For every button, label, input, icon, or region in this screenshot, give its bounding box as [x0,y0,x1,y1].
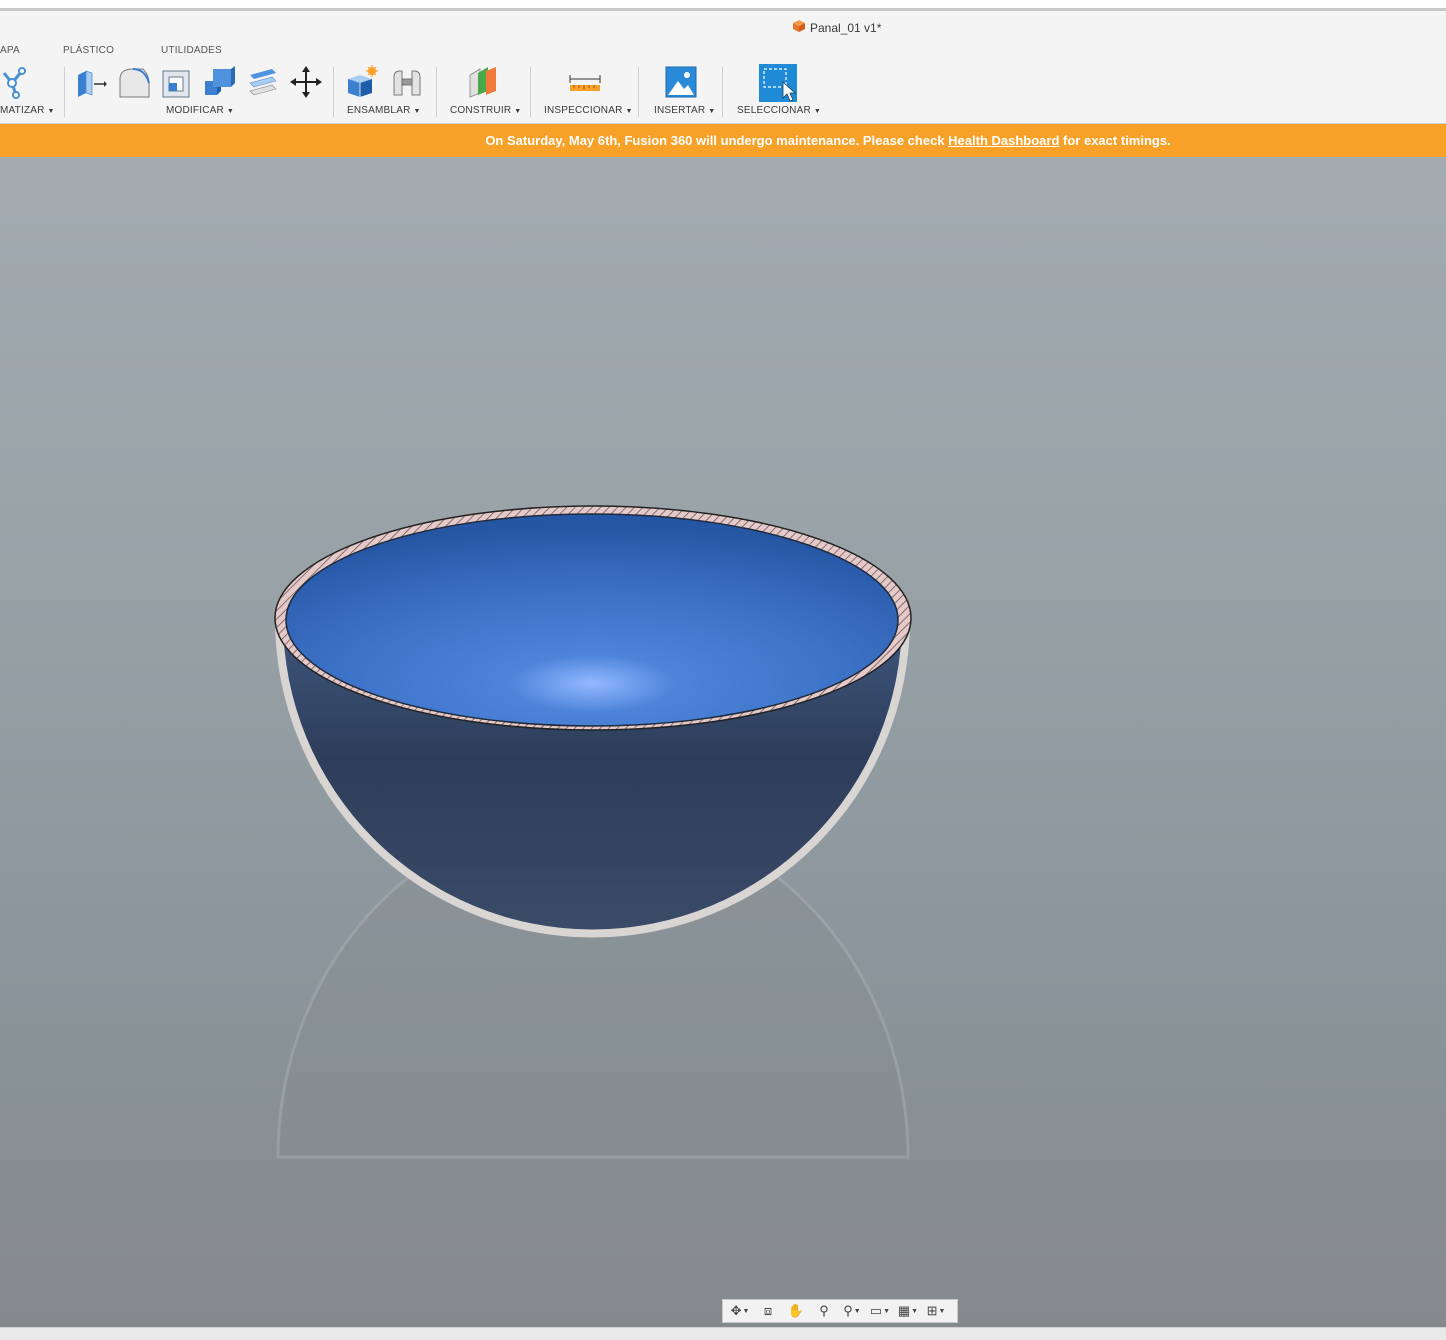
3d-viewport[interactable]: ✥ ▼ ⧈ ✋ ⚲ ⚲ ▼ ▭ ▼ ▦ ▼ ⊞ ▼ [0,157,1446,1327]
seleccionar-menu[interactable]: SELECCIONAR ▼ [737,105,821,116]
construir-menu[interactable]: CONSTRUIR ▼ [450,105,521,116]
automate-icon[interactable] [0,65,28,99]
offset-face-icon[interactable] [246,65,280,99]
new-component-icon[interactable] [345,65,379,99]
grid-icon[interactable]: ▦ ▼ [895,1301,921,1321]
select-icon[interactable] [759,64,797,102]
navigation-bar: ✥ ▼ ⧈ ✋ ⚲ ⚲ ▼ ▭ ▼ ▦ ▼ ⊞ ▼ [722,1299,958,1323]
toolbar-separator [436,67,437,117]
insert-image-icon[interactable] [664,65,698,99]
fillet-icon[interactable] [117,65,151,99]
window-top-strip [0,0,1446,8]
look-at-icon[interactable]: ⧈ [755,1301,781,1321]
tab-plastico[interactable]: PLÁSTICO [63,45,114,56]
shell-icon[interactable] [160,65,194,99]
bottom-status-strip [0,1327,1446,1340]
health-dashboard-link[interactable]: Health Dashboard [948,133,1059,148]
toolbar-separator [638,67,639,117]
bowl-interior [285,513,899,727]
inspeccionar-menu[interactable]: INSPECCIONAR ▼ [544,105,633,116]
viewports-icon[interactable]: ⊞ ▼ [923,1301,949,1321]
document-cube-icon [792,19,806,36]
banner-text-end: for exact timings. [1059,133,1171,148]
title-bar: Panal_01 v1* [0,11,1446,41]
zoom-window-icon[interactable]: ⚲ ▼ [839,1301,865,1321]
modificar-menu[interactable]: MODIFICAR ▼ [166,105,234,116]
measure-icon[interactable] [568,65,602,99]
toolbar-separator [722,67,723,117]
joint-icon[interactable] [390,65,424,99]
toolbar: APA PLÁSTICO UTILIDADES MATIZAR ▼ MODIFI… [0,41,1446,124]
banner-text: On Saturday, May 6th, Fusion 360 will un… [485,133,949,148]
press-pull-icon[interactable] [74,65,108,99]
maintenance-banner: On Saturday, May 6th, Fusion 360 will un… [0,124,1446,157]
document-title-text: Panal_01 v1* [810,20,882,35]
tab-apa[interactable]: APA [0,45,20,56]
ensamblar-menu[interactable]: ENSAMBLAR ▼ [347,105,421,116]
combine-icon[interactable] [203,65,237,99]
orbit-icon[interactable]: ✥ ▼ [727,1301,753,1321]
automatizar-menu[interactable]: MATIZAR ▼ [0,105,55,116]
zoom-icon[interactable]: ⚲ [811,1301,837,1321]
toolbar-separator [530,67,531,117]
toolbar-separator [64,67,65,117]
insertar-menu[interactable]: INSERTAR ▼ [654,105,715,116]
document-title[interactable]: Panal_01 v1* [792,19,881,36]
pan-icon[interactable]: ✋ [783,1301,809,1321]
toolbar-separator [333,67,334,117]
tab-utilidades[interactable]: UTILIDADES [161,45,222,56]
bowl-model[interactable] [0,157,1446,1327]
display-settings-icon[interactable]: ▭ ▼ [867,1301,893,1321]
construct-plane-icon[interactable] [466,65,500,99]
move-icon[interactable] [289,65,323,99]
